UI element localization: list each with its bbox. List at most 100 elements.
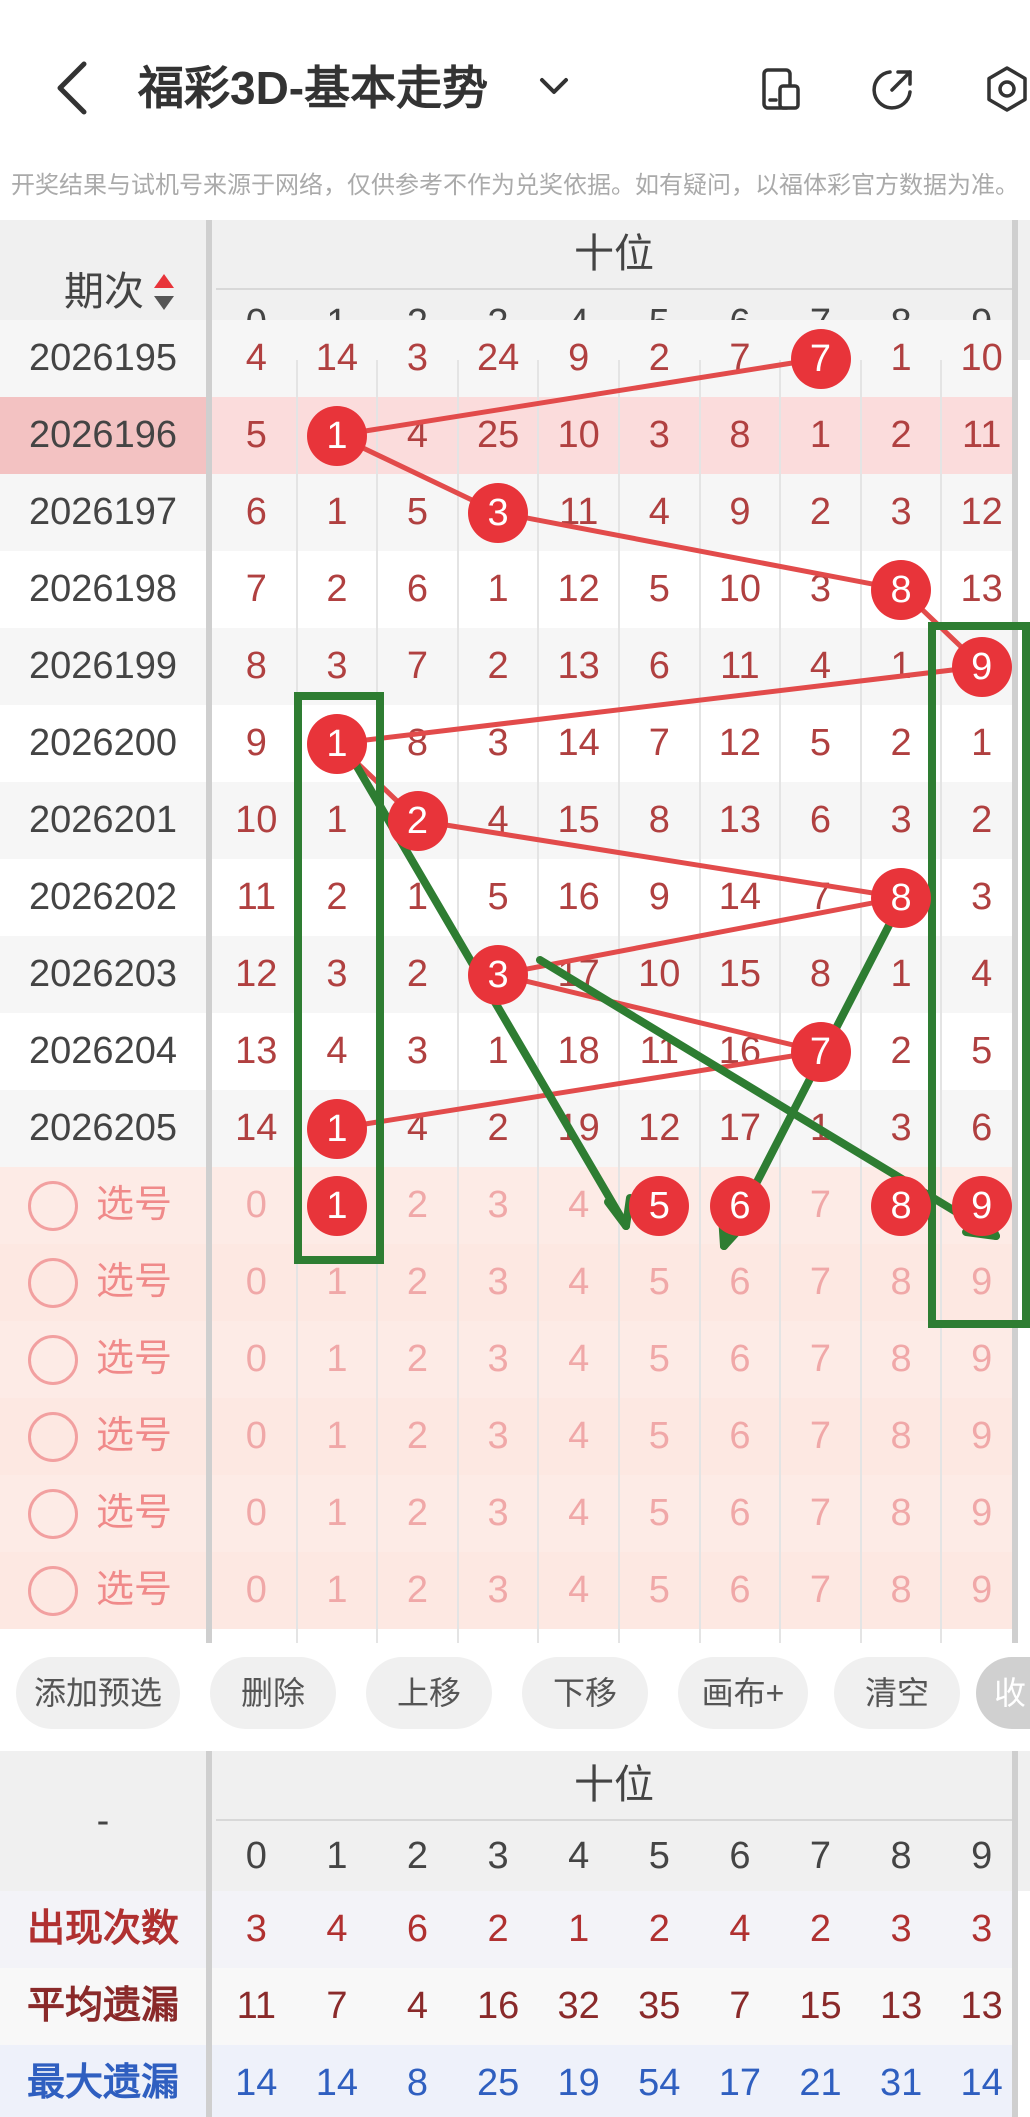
period-number: 2026199 bbox=[29, 645, 177, 687]
pick-number[interactable]: 1 bbox=[297, 1244, 378, 1321]
pick-radio[interactable] bbox=[28, 1181, 78, 1231]
disclaimer-text: 开奖结果与试机号来源于网络，仅供参考不作为兑奖依据。如有疑问，以福体彩官方数据为… bbox=[11, 172, 1019, 199]
pick-number[interactable]: 3 bbox=[458, 1321, 539, 1398]
pick-number[interactable]: 0 bbox=[216, 1244, 297, 1321]
pick-number[interactable]: 2 bbox=[377, 1475, 458, 1552]
canvas-plus-button[interactable]: 画布+ bbox=[678, 1657, 808, 1729]
pick-number[interactable]: 1 bbox=[297, 1321, 378, 1398]
pick-number[interactable]: 1 bbox=[297, 1475, 378, 1552]
pick-number[interactable]: 0 bbox=[216, 1321, 297, 1398]
pick-radio[interactable] bbox=[28, 1566, 78, 1616]
stats-row: 最大遗漏 14 14 8 25 19 54 17 21 31 14 bbox=[0, 2045, 1012, 2117]
pick-number[interactable]: 4 bbox=[538, 1321, 619, 1398]
pick-number[interactable]: 2 bbox=[377, 1167, 458, 1244]
pick-number[interactable]: 4 bbox=[538, 1552, 619, 1629]
pick-number[interactable]: 2 bbox=[377, 1398, 458, 1475]
pick-number[interactable]: 8 bbox=[861, 1398, 942, 1475]
pick-number[interactable]: 2 bbox=[377, 1244, 458, 1321]
pick-number[interactable]: 3 bbox=[458, 1167, 539, 1244]
stats-value: 35 bbox=[638, 1985, 681, 2027]
pick-number[interactable]: 7 bbox=[780, 1321, 861, 1398]
move-up-button[interactable]: 上移 bbox=[366, 1657, 492, 1729]
stats-value: 14 bbox=[960, 2062, 1003, 2104]
pick-number[interactable]: 8 bbox=[861, 1244, 942, 1321]
pick-number[interactable]: 7 bbox=[780, 1475, 861, 1552]
pick-number[interactable]: 5 bbox=[619, 1475, 700, 1552]
pick-number[interactable]: 9 bbox=[941, 1244, 1022, 1321]
pick-number[interactable]: 7 bbox=[780, 1398, 861, 1475]
pick-number[interactable]: 5 bbox=[619, 1398, 700, 1475]
pick-number[interactable]: 2 bbox=[377, 1552, 458, 1629]
stats-value: 4 bbox=[326, 1908, 348, 1950]
miss-count: 2 bbox=[406, 953, 429, 995]
selected-number-ball[interactable]: 6 bbox=[709, 1175, 770, 1236]
pick-number[interactable]: 2 bbox=[377, 1321, 458, 1398]
pick-number[interactable]: 0 bbox=[216, 1552, 297, 1629]
pick-radio[interactable] bbox=[28, 1258, 78, 1308]
pick-number[interactable]: 4 bbox=[538, 1475, 619, 1552]
pick-radio[interactable] bbox=[28, 1412, 78, 1462]
pick-number[interactable]: 6 bbox=[700, 1244, 781, 1321]
sort-icon[interactable] bbox=[152, 270, 176, 314]
pick-number[interactable]: 5 bbox=[619, 1552, 700, 1629]
pick-radio[interactable] bbox=[28, 1489, 78, 1539]
pick-number[interactable]: 3 bbox=[458, 1475, 539, 1552]
pick-number[interactable]: 5 bbox=[619, 1321, 700, 1398]
pick-number[interactable]: 7 bbox=[780, 1244, 861, 1321]
pick-number[interactable]: 1 bbox=[297, 1398, 378, 1475]
move-down-button[interactable]: 下移 bbox=[522, 1657, 648, 1729]
miss-count: 10 bbox=[557, 414, 600, 456]
pick-number[interactable]: 0 bbox=[216, 1475, 297, 1552]
pick-number[interactable]: 9 bbox=[941, 1321, 1022, 1398]
pick-number[interactable]: 1 bbox=[297, 1552, 378, 1629]
pick-label[interactable]: 选号 bbox=[96, 1552, 172, 1629]
pick-number[interactable]: 4 bbox=[538, 1398, 619, 1475]
page-title[interactable]: 福彩3D-基本走势 bbox=[138, 58, 488, 118]
pick-number[interactable]: 7 bbox=[780, 1167, 861, 1244]
pick-number[interactable]: 7 bbox=[780, 1552, 861, 1629]
pick-number[interactable]: 6 bbox=[700, 1321, 781, 1398]
selected-number-ball[interactable]: 8 bbox=[871, 1175, 932, 1236]
pick-number[interactable]: 9 bbox=[941, 1475, 1022, 1552]
hit-ball: 8 bbox=[871, 559, 932, 620]
add-preselect-button[interactable]: 添加预选 bbox=[16, 1657, 180, 1729]
pick-number[interactable]: 4 bbox=[538, 1244, 619, 1321]
pick-number[interactable]: 6 bbox=[700, 1552, 781, 1629]
miss-count: 14 bbox=[718, 876, 762, 918]
pick-number[interactable]: 5 bbox=[619, 1244, 700, 1321]
pick-number[interactable]: 0 bbox=[216, 1167, 297, 1244]
selected-number-ball[interactable]: 1 bbox=[306, 1175, 367, 1236]
stats-value: 31 bbox=[879, 2062, 923, 2104]
selected-number-ball[interactable]: 9 bbox=[951, 1175, 1012, 1236]
delete-button[interactable]: 删除 bbox=[210, 1657, 336, 1729]
collapse-button[interactable]: 收 bbox=[976, 1657, 1030, 1729]
pick-number[interactable]: 8 bbox=[861, 1321, 942, 1398]
pick-number[interactable]: 8 bbox=[861, 1552, 942, 1629]
pick-number[interactable]: 3 bbox=[458, 1244, 539, 1321]
share-icon[interactable] bbox=[868, 64, 918, 114]
pick-label[interactable]: 选号 bbox=[96, 1475, 172, 1552]
back-arrow-icon[interactable] bbox=[48, 58, 98, 118]
pick-number[interactable]: 4 bbox=[538, 1167, 619, 1244]
pick-label[interactable]: 选号 bbox=[96, 1244, 172, 1321]
pick-label[interactable]: 选号 bbox=[96, 1321, 172, 1398]
layout-icon[interactable] bbox=[756, 64, 806, 114]
stats-column-header-4: 4 bbox=[568, 1835, 590, 1877]
clear-button[interactable]: 清空 bbox=[834, 1657, 960, 1729]
pick-number[interactable]: 6 bbox=[700, 1398, 781, 1475]
pick-label[interactable]: 选号 bbox=[96, 1167, 172, 1244]
pick-radio[interactable] bbox=[28, 1335, 78, 1385]
miss-count: 13 bbox=[718, 799, 762, 841]
pick-number[interactable]: 9 bbox=[941, 1398, 1022, 1475]
chevron-down-icon[interactable] bbox=[534, 66, 574, 106]
period-number: 2026197 bbox=[29, 491, 177, 533]
pick-number[interactable]: 6 bbox=[700, 1475, 781, 1552]
pick-number[interactable]: 8 bbox=[861, 1475, 942, 1552]
pick-label[interactable]: 选号 bbox=[96, 1398, 172, 1475]
pick-number[interactable]: 3 bbox=[458, 1398, 539, 1475]
settings-icon[interactable] bbox=[982, 64, 1030, 114]
pick-number[interactable]: 0 bbox=[216, 1398, 297, 1475]
selected-number-ball[interactable]: 5 bbox=[629, 1175, 690, 1236]
pick-number[interactable]: 3 bbox=[458, 1552, 539, 1629]
pick-number[interactable]: 9 bbox=[941, 1552, 1022, 1629]
